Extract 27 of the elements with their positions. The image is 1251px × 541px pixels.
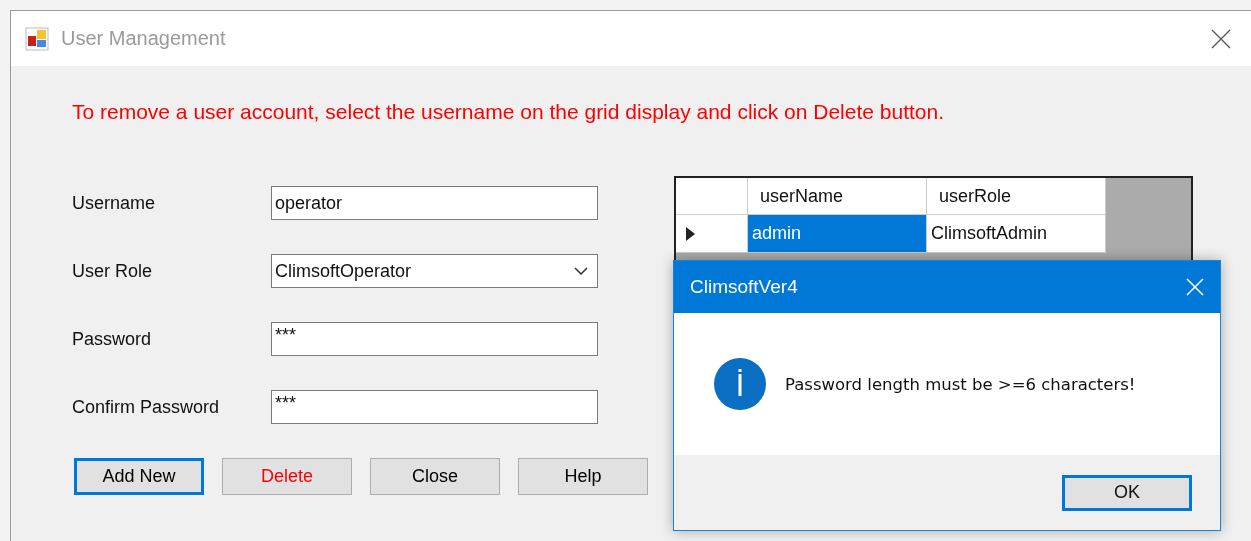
form-button[interactable]: Add New: [74, 458, 204, 495]
form-button[interactable]: Help: [518, 458, 648, 495]
field-label: User Role: [72, 260, 154, 282]
column-header[interactable]: userName: [748, 178, 927, 215]
corner-header: [676, 178, 748, 215]
column-header[interactable]: userRole: [927, 178, 1106, 215]
table-cell[interactable]: ClimsoftAdmin: [927, 215, 1106, 253]
password-field[interactable]: ***: [271, 390, 598, 424]
field-label: Username: [72, 192, 157, 214]
row-pointer-icon: [686, 226, 695, 241]
row-header[interactable]: [676, 215, 748, 253]
field-label: Confirm Password: [72, 396, 221, 418]
chevron-down-icon: [574, 267, 588, 275]
dialog-title: ClimsoftVer4: [690, 276, 799, 298]
table-cell[interactable]: admin: [748, 215, 927, 253]
info-icon: [713, 357, 767, 411]
window-title: User Management: [61, 27, 227, 50]
instruction-text: To remove a user account, select the username on the grid display and click on Delete button.: [72, 100, 945, 124]
form-button[interactable]: Close: [370, 458, 500, 495]
app-icon: [25, 26, 49, 51]
role-dropdown[interactable]: ClimsoftOperator: [271, 254, 598, 288]
password-field[interactable]: ***: [271, 322, 598, 356]
dialog-message: Password length must be >=6 characters!: [785, 374, 1136, 394]
ok-button[interactable]: OK: [1062, 474, 1192, 511]
text-field[interactable]: operator: [271, 186, 598, 220]
field-label: Password: [72, 328, 153, 350]
close-icon[interactable]: [1211, 28, 1231, 49]
